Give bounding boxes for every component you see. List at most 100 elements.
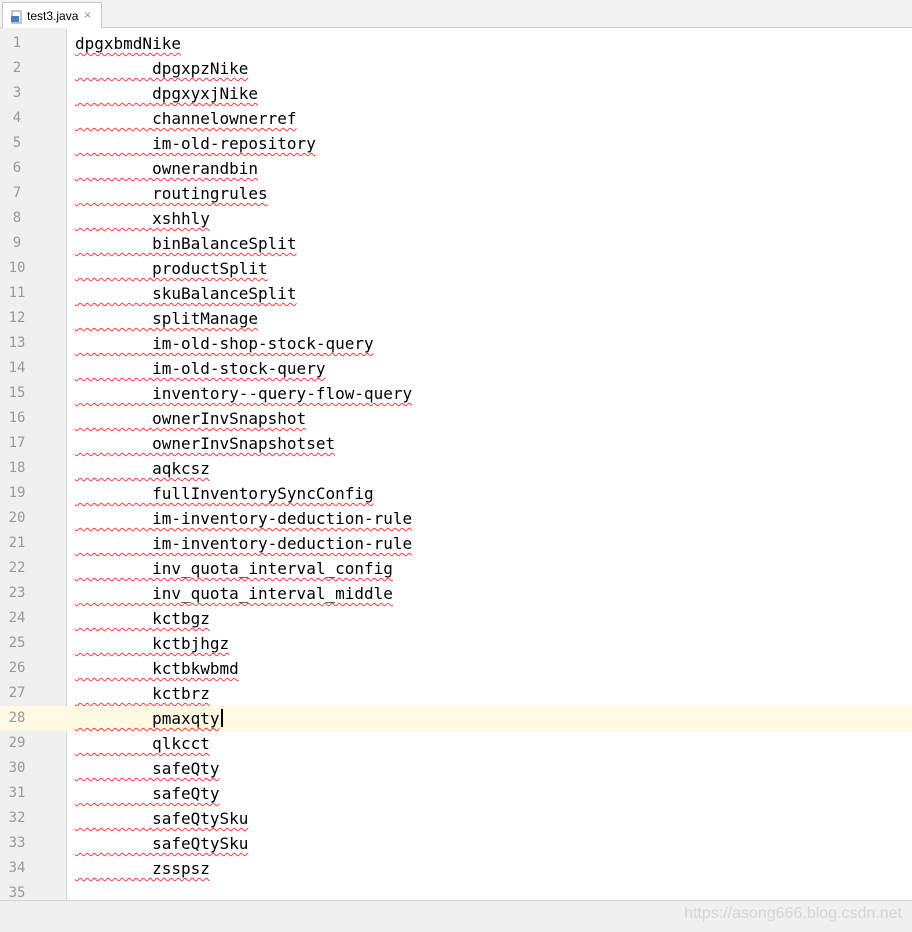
line-number: 11 xyxy=(8,285,26,301)
line-text[interactable]: dpgxbmdNike xyxy=(75,31,181,56)
line-number: 5 xyxy=(12,135,22,151)
code-line[interactable]: 24 kctbgz xyxy=(0,606,912,631)
line-text[interactable]: skuBalanceSplit xyxy=(75,281,297,306)
line-text[interactable]: routingrules xyxy=(75,181,268,206)
line-number: 34 xyxy=(8,860,26,876)
code-line[interactable]: 15 inventory--query-flow-query xyxy=(0,381,912,406)
line-number: 16 xyxy=(8,410,26,426)
line-number: 35 xyxy=(8,885,26,900)
code-line[interactable]: 34 zsspsz xyxy=(0,856,912,881)
line-number: 31 xyxy=(8,785,26,801)
line-number: 14 xyxy=(8,360,26,376)
line-number: 1 xyxy=(12,35,22,51)
code-lines[interactable]: 1 dpgxbmdNike 2 dpgxpzNike 3 dpgxyxjNike 4 c… xyxy=(0,31,912,900)
line-text[interactable]: ownerInvSnapshot xyxy=(75,406,306,431)
code-line[interactable]: 21 im-inventory-deduction-rule xyxy=(0,531,912,556)
code-line[interactable]: 3 dpgxyxjNike xyxy=(0,81,912,106)
line-number: 9 xyxy=(12,235,22,251)
line-number: 20 xyxy=(8,510,26,526)
code-line[interactable]: 17 ownerInvSnapshotset xyxy=(0,431,912,456)
line-text[interactable]: ownerandbin xyxy=(75,156,258,181)
line-text[interactable]: inv_quota_interval_config xyxy=(75,556,393,581)
line-text[interactable]: im-old-repository xyxy=(75,131,316,156)
line-text[interactable]: ownerInvSnapshotset xyxy=(75,431,335,456)
line-number: 6 xyxy=(12,160,22,176)
line-text[interactable]: binBalanceSplit xyxy=(75,231,297,256)
line-number: 30 xyxy=(8,760,26,776)
line-text[interactable]: qlkcct xyxy=(75,731,210,756)
line-text[interactable]: pmaxqty xyxy=(75,706,223,731)
code-line[interactable]: 26 kctbkwbmd xyxy=(0,656,912,681)
line-text[interactable]: safeQtySku xyxy=(75,806,248,831)
line-number: 19 xyxy=(8,485,26,501)
line-text[interactable]: im-old-stock-query xyxy=(75,356,325,381)
line-text[interactable]: im-old-shop-stock-query xyxy=(75,331,374,356)
tab-bar: test3.java × xyxy=(0,0,912,28)
line-number: 21 xyxy=(8,535,26,551)
code-line[interactable]: 31 safeQty xyxy=(0,781,912,806)
code-line[interactable]: 30 safeQty xyxy=(0,756,912,781)
code-line[interactable]: 18 aqkcsz xyxy=(0,456,912,481)
code-line[interactable]: 5 im-old-repository xyxy=(0,131,912,156)
line-text[interactable]: splitManage xyxy=(75,306,258,331)
line-number: 18 xyxy=(8,460,26,476)
editor-body[interactable]: 1 dpgxbmdNike 2 dpgxpzNike 3 dpgxyxjNike 4 c… xyxy=(0,28,912,900)
java-file-icon xyxy=(10,9,24,23)
line-text[interactable]: inv_quota_interval_middle xyxy=(75,581,393,606)
line-number: 25 xyxy=(8,635,26,651)
line-text[interactable]: kctbjhgz xyxy=(75,631,229,656)
line-number: 10 xyxy=(8,260,26,276)
line-text[interactable]: safeQty xyxy=(75,781,219,806)
line-text[interactable]: safeQtySku xyxy=(75,831,248,856)
line-number: 26 xyxy=(8,660,26,676)
close-icon[interactable]: × xyxy=(83,10,91,21)
code-line[interactable]: 19 fullInventorySyncConfig xyxy=(0,481,912,506)
line-text[interactable]: im-inventory-deduction-rule xyxy=(75,531,412,556)
line-number: 8 xyxy=(12,210,22,226)
code-line[interactable]: 14 im-old-stock-query xyxy=(0,356,912,381)
line-text[interactable]: kctbrz xyxy=(75,681,210,706)
code-line[interactable]: 6 ownerandbin xyxy=(0,156,912,181)
line-number: 23 xyxy=(8,585,26,601)
line-text[interactable]: dpgxpzNike xyxy=(75,56,248,81)
line-text[interactable]: fullInventorySyncConfig xyxy=(75,481,374,506)
line-text[interactable]: productSplit xyxy=(75,256,268,281)
code-line[interactable]: 13 im-old-shop-stock-query xyxy=(0,331,912,356)
line-number: 4 xyxy=(12,110,22,126)
code-line[interactable]: 22 inv_quota_interval_config xyxy=(0,556,912,581)
code-line[interactable]: 4 channelownerref xyxy=(0,106,912,131)
line-text[interactable]: safeQty xyxy=(75,756,219,781)
code-line[interactable]: 12 splitManage xyxy=(0,306,912,331)
code-line[interactable]: 11 skuBalanceSplit xyxy=(0,281,912,306)
code-line[interactable]: 23 inv_quota_interval_middle xyxy=(0,581,912,606)
line-text[interactable]: aqkcsz xyxy=(75,456,210,481)
line-text[interactable]: dpgxyxjNike xyxy=(75,81,258,106)
line-text[interactable]: im-inventory-deduction-rule xyxy=(75,506,412,531)
line-text[interactable]: kctbkwbmd xyxy=(75,656,239,681)
code-line[interactable]: 33 safeQtySku xyxy=(0,831,912,856)
code-line[interactable]: 32 safeQtySku xyxy=(0,806,912,831)
code-line[interactable]: 2 dpgxpzNike xyxy=(0,56,912,81)
code-line[interactable]: 8 xshhly xyxy=(0,206,912,231)
code-line[interactable]: 35 xyxy=(0,881,912,900)
code-line[interactable]: 7 routingrules xyxy=(0,181,912,206)
line-text[interactable]: zsspsz xyxy=(75,856,210,881)
code-line[interactable]: 27 kctbrz xyxy=(0,681,912,706)
code-line[interactable]: 20 im-inventory-deduction-rule xyxy=(0,506,912,531)
line-text[interactable]: channelownerref xyxy=(75,106,297,131)
line-text[interactable]: xshhly xyxy=(75,206,210,231)
code-line[interactable]: 16 ownerInvSnapshot xyxy=(0,406,912,431)
line-number: 28 xyxy=(8,710,26,726)
line-number: 22 xyxy=(8,560,26,576)
watermark-text: https://asong666.blog.csdn.net xyxy=(684,905,902,922)
line-text[interactable]: kctbgz xyxy=(75,606,210,631)
code-line[interactable]: 9 binBalanceSplit xyxy=(0,231,912,256)
code-line[interactable]: 25 kctbjhgz xyxy=(0,631,912,656)
code-line[interactable]: 29 qlkcct xyxy=(0,731,912,756)
tab-test3-java[interactable]: test3.java × xyxy=(2,2,102,28)
code-line-current[interactable]: 28 pmaxqty xyxy=(0,706,912,731)
line-number: 33 xyxy=(8,835,26,851)
line-text[interactable]: inventory--query-flow-query xyxy=(75,381,412,406)
code-line[interactable]: 1 dpgxbmdNike xyxy=(0,31,912,56)
code-line[interactable]: 10 productSplit xyxy=(0,256,912,281)
